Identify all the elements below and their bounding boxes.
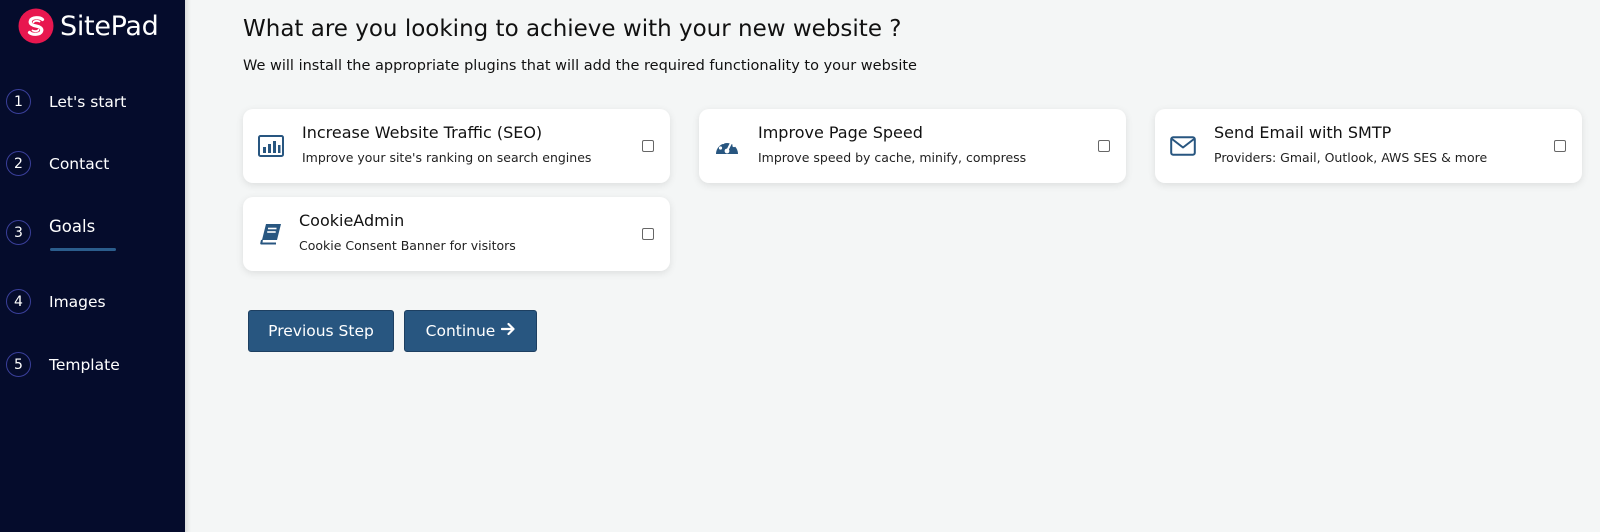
step-number: 1 [6, 89, 31, 114]
previous-step-label: Previous Step [268, 322, 374, 340]
page-subtitle: We will install the appropriate plugins … [243, 58, 917, 74]
page-title: What are you looking to achieve with you… [243, 16, 902, 42]
sitepad-logo-icon [18, 8, 54, 44]
step-lets-start[interactable]: 1 Let's start [6, 89, 126, 114]
step-label: Template [49, 355, 120, 374]
goal-checkbox[interactable] [1098, 140, 1110, 152]
goal-checkbox[interactable] [642, 228, 654, 240]
arrow-right-icon [501, 322, 515, 340]
goal-description: Providers: Gmail, Outlook, AWS SES & mor… [1214, 150, 1488, 165]
goal-title: Improve Page Speed [758, 123, 923, 142]
sidebar-shadow [185, 0, 191, 532]
goal-description: Improve your site's ranking on search en… [302, 150, 592, 165]
goal-description: Cookie Consent Banner for visitors [299, 238, 516, 253]
brand-name: SitePad [60, 10, 159, 42]
step-label: Contact [49, 154, 110, 173]
step-label: Goals [49, 217, 96, 236]
continue-label: Continue [425, 322, 496, 340]
continue-button[interactable]: Continue [404, 310, 537, 352]
step-number: 2 [6, 151, 31, 176]
goal-card-seo[interactable]: Increase Website Traffic (SEO) Improve y… [243, 109, 670, 183]
book-icon [257, 221, 285, 247]
goal-card-cookieadmin[interactable]: CookieAdmin Cookie Consent Banner for vi… [243, 197, 670, 271]
goal-title: CookieAdmin [299, 211, 405, 230]
step-label: Images [49, 292, 106, 311]
step-number: 5 [6, 352, 31, 377]
previous-step-button[interactable]: Previous Step [248, 310, 394, 352]
goal-checkbox[interactable] [1554, 140, 1566, 152]
step-number: 3 [6, 220, 31, 245]
goal-title: Send Email with SMTP [1214, 123, 1392, 142]
goal-card-page-speed[interactable]: Improve Page Speed Improve speed by cach… [699, 109, 1126, 183]
sidebar: SitePad 1 Let's start 2 Contact 3 Goals … [0, 0, 185, 532]
step-label: Let's start [49, 92, 127, 111]
speedometer-icon [713, 133, 741, 159]
goal-title: Increase Website Traffic (SEO) [302, 123, 543, 142]
active-step-indicator [50, 248, 116, 251]
brand: SitePad [18, 8, 159, 44]
goal-description: Improve speed by cache, minify, compress [758, 150, 1027, 165]
goal-checkbox[interactable] [642, 140, 654, 152]
step-template[interactable]: 5 Template [6, 352, 120, 377]
goal-card-smtp[interactable]: Send Email with SMTP Providers: Gmail, O… [1155, 109, 1582, 183]
step-contact[interactable]: 2 Contact [6, 151, 109, 176]
bar-chart-icon [257, 133, 285, 159]
step-number: 4 [6, 289, 31, 314]
step-goals[interactable]: 3 Goals [6, 217, 96, 245]
envelope-icon [1169, 133, 1197, 159]
step-images[interactable]: 4 Images [6, 289, 106, 314]
